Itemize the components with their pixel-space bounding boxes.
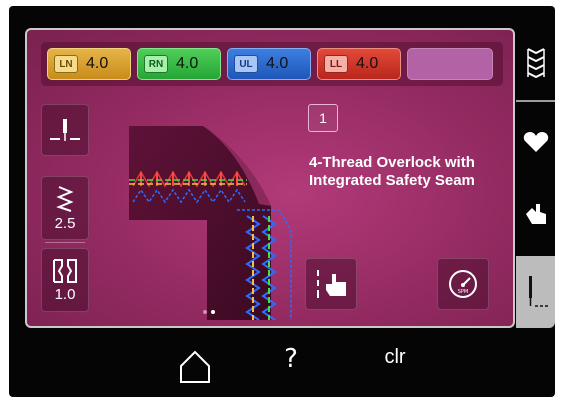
stitch-settings-tab[interactable] — [516, 256, 555, 328]
stitch-preview-illustration — [129, 126, 292, 320]
right-sidebar — [516, 28, 555, 328]
main-screen: LN 4.0 RN 4.0 UL 4.0 LL 4.0 2.5 1.0 1 4-… — [25, 28, 515, 328]
tension-value-ul: 4.0 — [266, 55, 289, 72]
presser-foot-button[interactable] — [41, 104, 89, 156]
needle-position-icon — [50, 119, 80, 141]
stitch-design-tab[interactable] — [516, 28, 555, 100]
stitch-pattern-icon — [526, 48, 545, 79]
knife-option-button[interactable] — [305, 258, 357, 310]
tension-lower-looper-button[interactable]: LL 4.0 — [317, 48, 401, 80]
tension-extra-slot[interactable] — [407, 48, 493, 80]
clear-button[interactable]: clr — [375, 346, 415, 382]
knife-hand-icon — [317, 270, 346, 298]
favorites-tab[interactable] — [516, 110, 555, 174]
tension-value-rn: 4.0 — [176, 55, 199, 72]
stitch-name: 4-Thread Overlock with Integrated Safety… — [309, 154, 475, 189]
svg-text:SPM: SPM — [458, 289, 469, 295]
side-divider — [45, 242, 85, 243]
page-dot-active[interactable] — [211, 310, 215, 314]
stitch-length-button[interactable]: 2.5 — [41, 176, 89, 240]
home-button[interactable] — [177, 348, 213, 384]
thread-tension-bar: LN 4.0 RN 4.0 UL 4.0 LL 4.0 — [41, 42, 503, 86]
stitch-length-icon — [56, 185, 74, 212]
help-button[interactable]: ? — [279, 344, 303, 380]
tension-left-needle-button[interactable]: LN 4.0 — [47, 48, 131, 80]
page-indicator — [203, 310, 215, 314]
speed-gauge-icon: SPM — [449, 270, 477, 298]
tension-value-ln: 4.0 — [86, 55, 109, 72]
differential-feed-value: 1.0 — [54, 285, 76, 303]
stitch-length-value: 2.5 — [54, 214, 76, 232]
sidebar-separator — [516, 100, 555, 102]
machine-display: LN 4.0 RN 4.0 UL 4.0 LL 4.0 2.5 1.0 1 4-… — [9, 6, 555, 397]
differential-feed-button[interactable]: 1.0 — [41, 248, 89, 312]
tension-upper-looper-button[interactable]: UL 4.0 — [227, 48, 311, 80]
tension-tag-rn: RN — [144, 55, 168, 73]
bottom-navigation: ? clr — [9, 336, 555, 396]
tension-value-ll: 4.0 — [356, 55, 379, 72]
hand-pointer-icon — [525, 204, 546, 224]
tension-tag-ll: LL — [324, 55, 348, 73]
tutorial-tab[interactable] — [516, 178, 555, 250]
heart-icon — [523, 132, 548, 152]
page-dot[interactable] — [203, 310, 207, 314]
differential-feed-icon — [53, 258, 77, 283]
needle-thread-icon — [528, 276, 548, 307]
speed-button[interactable]: SPM — [437, 258, 489, 310]
stitch-number-badge: 1 — [308, 104, 338, 132]
tension-tag-ln: LN — [54, 55, 78, 73]
tension-right-needle-button[interactable]: RN 4.0 — [137, 48, 221, 80]
tension-tag-ul: UL — [234, 55, 258, 73]
home-icon — [180, 350, 210, 383]
